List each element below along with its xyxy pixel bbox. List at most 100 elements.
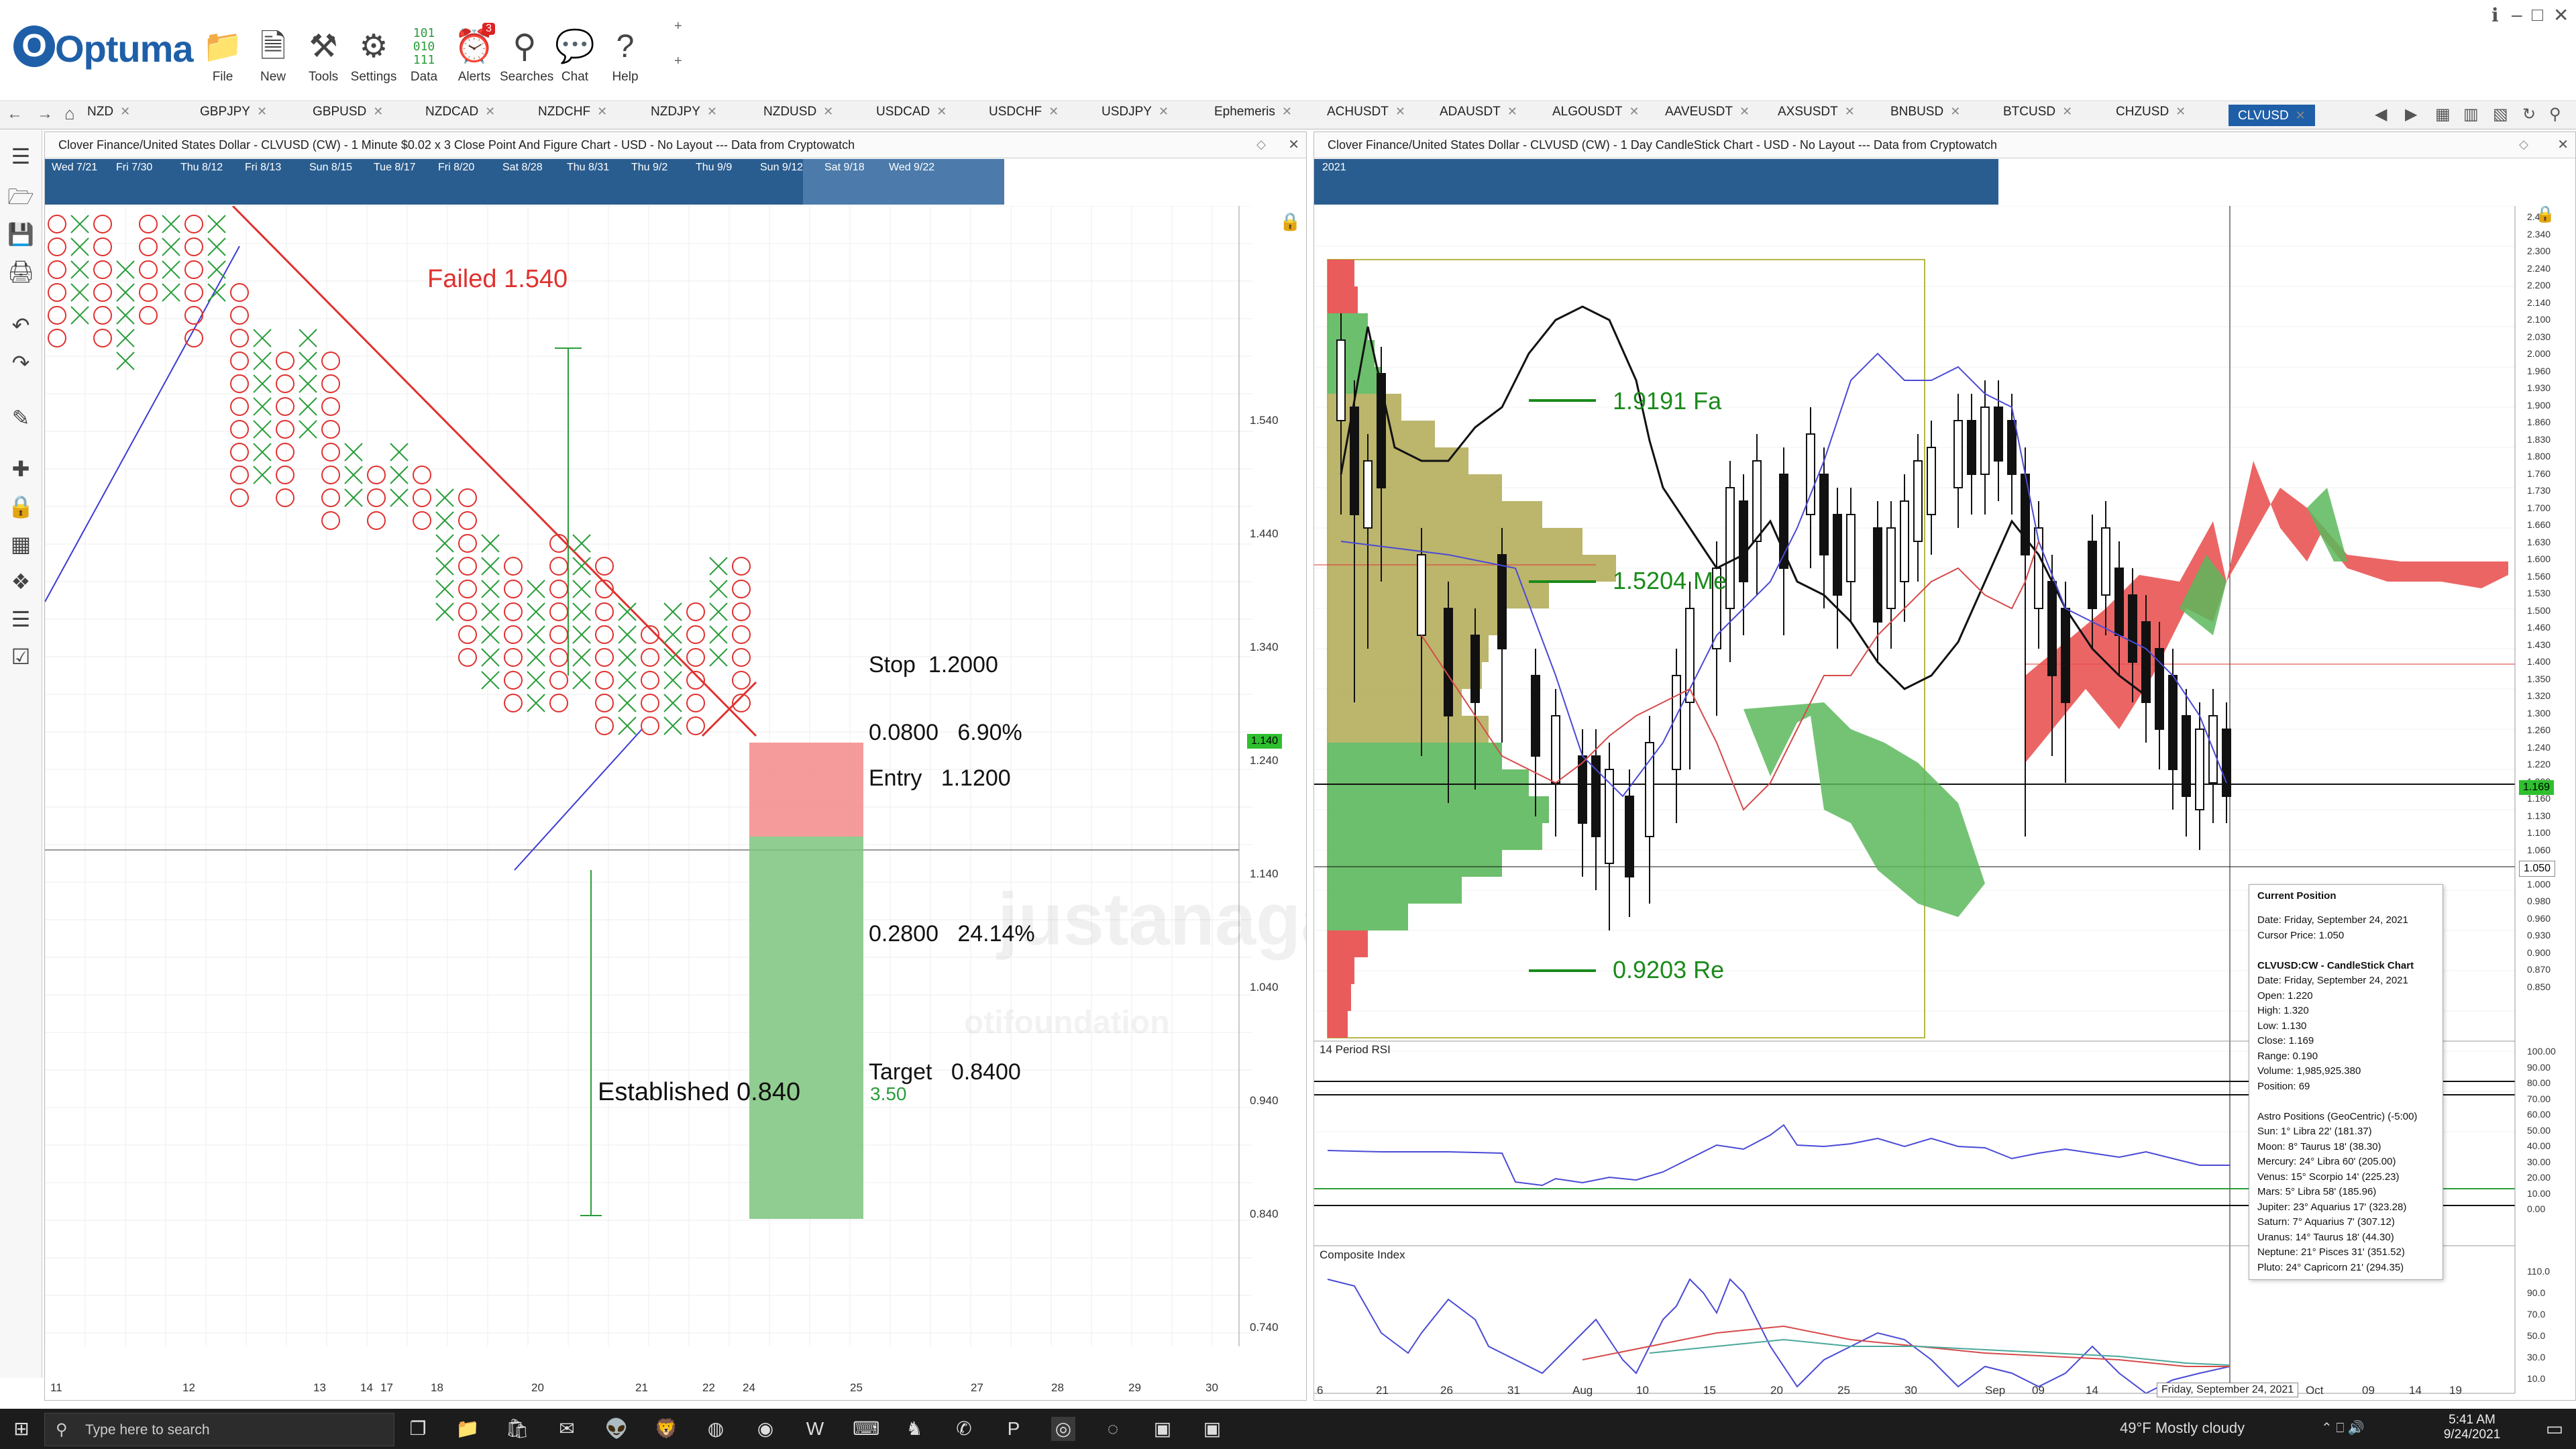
tab-search-icon[interactable]: ⚲ (2549, 105, 2561, 124)
clock[interactable]: 5:41 AM 9/24/2021 (2428, 1413, 2516, 1442)
right-chart-lock-icon[interactable]: 🔒 (2535, 205, 2555, 224)
tools-button[interactable]: ⚒ Tools (299, 27, 348, 94)
tab-close-icon[interactable]: ✕ (2296, 109, 2306, 122)
settings-button[interactable]: ⚙ Settings (349, 27, 398, 94)
right-panel-pin-icon[interactable]: ◇ (2519, 138, 2528, 152)
store-icon[interactable]: 🛍 (505, 1417, 529, 1441)
file-explorer-icon[interactable]: 📁 (455, 1417, 480, 1441)
redo-icon[interactable]: ↷ (7, 349, 35, 377)
panel-close-icon[interactable]: ✕ (1288, 136, 1299, 153)
notifications-icon[interactable]: ▭ (2542, 1417, 2567, 1441)
tab-close-icon[interactable]: ✕ (1950, 105, 1960, 118)
close-icon[interactable]: ✕ (2553, 4, 2569, 26)
powerpoint-icon[interactable]: P (1002, 1417, 1026, 1441)
chess-icon[interactable]: ♞ (902, 1417, 926, 1441)
task-view-icon[interactable]: ❐ (406, 1417, 430, 1441)
tab-close-icon[interactable]: ✕ (485, 105, 495, 118)
add-toolbar-icon-2[interactable]: + (674, 54, 682, 69)
crosshair-icon[interactable]: ✚ (7, 455, 35, 483)
tab-algousdt[interactable]: ALGOUSDT ✕ (1552, 105, 1640, 126)
tab-close-icon[interactable]: ✕ (2062, 105, 2072, 118)
print-icon[interactable]: 🖨 (7, 258, 35, 286)
tab-close-icon[interactable]: ✕ (1282, 105, 1292, 118)
help-button[interactable]: ? Help (600, 27, 650, 94)
tab-close-icon[interactable]: ✕ (120, 105, 130, 118)
tab-close-icon[interactable]: ✕ (1049, 105, 1059, 118)
info-icon[interactable]: ℹ (2491, 4, 2499, 26)
layout-icon[interactable]: ▦ (2435, 105, 2451, 124)
refresh-icon[interactable]: ↻ (2522, 105, 2536, 124)
tab-gbpjpy[interactable]: GBPJPY ✕ (200, 105, 267, 126)
tab-gbpusd[interactable]: GBPUSD ✕ (313, 105, 383, 126)
tab-close-icon[interactable]: ✕ (1629, 105, 1640, 118)
tab-nzdusd[interactable]: NZDUSD ✕ (763, 105, 833, 126)
magnet-icon[interactable]: ❖ (7, 568, 35, 596)
tab-axsusdt[interactable]: AXSUSDT ✕ (1778, 105, 1855, 126)
tab-usdcad[interactable]: USDCAD ✕ (876, 105, 947, 126)
pages-icon[interactable]: ☰ (7, 142, 35, 170)
undo-icon[interactable]: ↶ (7, 311, 35, 339)
tab-ephemeris[interactable]: Ephemeris ✕ (1214, 105, 1292, 126)
tab-nzdjpy[interactable]: NZDJPY ✕ (651, 105, 717, 126)
tab-usdjpy[interactable]: USDJPY ✕ (1102, 105, 1169, 126)
messenger-icon[interactable]: ✆ (952, 1417, 976, 1441)
tab-nzd[interactable]: NZD ✕ (87, 105, 130, 126)
maximize-icon[interactable]: □ (2532, 4, 2543, 25)
right-nav-strip[interactable] (1314, 159, 1998, 205)
optuma-taskbar-icon[interactable]: ◎ (1051, 1417, 1075, 1441)
tab-scroll-right-icon[interactable]: ▶ (2405, 105, 2417, 124)
tab-scroll-left-icon[interactable]: ◀ (2375, 105, 2387, 124)
mail-icon[interactable]: ✉ (555, 1417, 579, 1441)
open-folder-icon[interactable]: 🗁 (7, 182, 35, 211)
word-icon[interactable]: W (803, 1417, 827, 1441)
tab-close-icon[interactable]: ✕ (257, 105, 267, 118)
chart-icon[interactable]: ▧ (2493, 105, 2508, 124)
tab-close-icon[interactable]: ✕ (1845, 105, 1855, 118)
chart-lock-icon[interactable]: 🔒 (1279, 211, 1301, 232)
tab-close-icon[interactable]: ✕ (1739, 105, 1750, 118)
tab-clvusd[interactable]: CLVUSD ✕ (2229, 105, 2315, 126)
alerts-button[interactable]: ⏰ 3 Alerts (449, 23, 499, 94)
tab-chzusd[interactable]: CHZUSD ✕ (2116, 105, 2186, 126)
tab-usdchf[interactable]: USDCHF ✕ (989, 105, 1059, 126)
tab-close-icon[interactable]: ✕ (707, 105, 717, 118)
start-windows-icon[interactable]: ⊞ (9, 1417, 34, 1441)
system-tray-icons[interactable]: ⌃ ⎕ 🔊 (2321, 1419, 2365, 1436)
point-figure-chart-panel[interactable]: Clover Finance/United States Dollar - CL… (44, 131, 1307, 1401)
weather-text[interactable]: 49°F Mostly cloudy (2120, 1419, 2245, 1437)
edge-icon[interactable]: ◍ (704, 1417, 728, 1441)
tab-close-icon[interactable]: ✕ (1159, 105, 1169, 118)
list-icon[interactable]: ☰ (7, 605, 35, 633)
tab-achusdt[interactable]: ACHUSDT ✕ (1327, 105, 1405, 126)
lock-icon[interactable]: 🔒 (7, 492, 35, 521)
tab-nzdcad[interactable]: NZDCAD ✕ (425, 105, 495, 126)
green-app-icon[interactable]: ▣ (1150, 1417, 1175, 1441)
red-app-icon[interactable]: ▣ (1200, 1417, 1224, 1441)
tab-nzdchf[interactable]: NZDCHF ✕ (538, 105, 607, 126)
checklist-icon[interactable]: ☑ (7, 643, 35, 671)
add-toolbar-icon[interactable]: + (674, 19, 682, 34)
tab-close-icon[interactable]: ✕ (597, 105, 607, 118)
tab-btcusd[interactable]: BTCUSD ✕ (2003, 105, 2072, 126)
tab-close-icon[interactable]: ✕ (1507, 105, 1517, 118)
tab-adausdt[interactable]: ADAUSDT ✕ (1440, 105, 1517, 126)
tab-close-icon[interactable]: ✕ (1395, 105, 1405, 118)
chat-button[interactable]: 💬 Chat (550, 27, 600, 94)
alien-app-icon[interactable]: 👽 (604, 1417, 629, 1441)
tab-close-icon[interactable]: ✕ (2176, 105, 2186, 118)
draw-tool-icon[interactable]: ✎ (7, 404, 35, 432)
tab-bnbusd[interactable]: BNBUSD ✕ (1890, 105, 1960, 126)
new-button[interactable]: 🗎 New (248, 27, 298, 94)
back-arrow-icon[interactable]: ← (7, 105, 23, 123)
searches-button[interactable]: ⚲ Searches (500, 27, 553, 94)
grid-icon[interactable]: ▥ (2463, 105, 2479, 124)
tab-close-icon[interactable]: ✕ (823, 105, 833, 118)
forward-arrow-icon[interactable]: → (37, 105, 53, 123)
tab-close-icon[interactable]: ✕ (936, 105, 947, 118)
tab-aaveusdt[interactable]: AAVEUSDT ✕ (1665, 105, 1750, 126)
taskbar-search-box[interactable]: ⚲ Type here to search (44, 1413, 394, 1446)
tab-close-icon[interactable]: ✕ (373, 105, 383, 118)
chrome-icon[interactable]: ◉ (753, 1417, 777, 1441)
brave-icon[interactable]: 🦁 (654, 1417, 678, 1441)
right-panel-close-icon[interactable]: ✕ (2557, 136, 2569, 153)
